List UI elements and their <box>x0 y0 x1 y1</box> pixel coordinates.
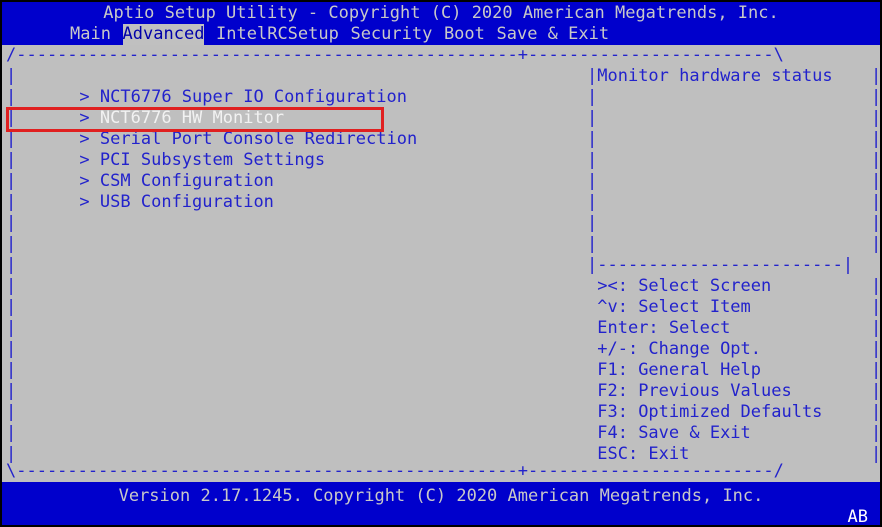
help-key-select-screen: ><: Select Screen <box>587 276 771 297</box>
menu-tab-bar: Main Advanced IntelRCSetup Security Boot… <box>70 24 609 45</box>
right-edge-vbar: | <box>871 276 882 296</box>
right-edge-vbar: | <box>871 171 882 191</box>
right-edge-vbar: | <box>871 423 882 443</box>
right-edge-vbar: | <box>871 297 882 317</box>
left-pane-vbar: | <box>6 213 17 233</box>
help-key-change-opt: +/-: Change Opt. <box>587 339 761 360</box>
right-edge-vbar: | <box>871 108 882 128</box>
help-key-f3-optimized-defaults: F3: Optimized Defaults <box>587 402 822 423</box>
help-key-f2-previous-values: F2: Previous Values <box>587 381 792 402</box>
tab-gap <box>485 24 497 45</box>
build-tag: AB <box>847 507 868 527</box>
tab-gap <box>204 24 216 45</box>
help-description-row: Monitor hardware status <box>587 66 833 87</box>
help-pane-vbar: | <box>587 234 598 254</box>
menu-item-nct6776-super-io[interactable]: > NCT6776 Super IO Configuration <box>18 66 407 107</box>
help-key-label: ><: Select Screen <box>597 276 772 296</box>
help-description-text: Monitor hardware status <box>597 66 833 86</box>
menu-item-nct6776-hw-monitor[interactable]: > NCT6776 HW Monitor <box>18 87 284 128</box>
help-key-label: F1: General Help <box>597 360 762 380</box>
right-edge-vbar: | <box>871 318 882 338</box>
tab-gap <box>339 24 351 45</box>
chevron-right-icon: > <box>79 192 90 212</box>
tab-intelrcsetup[interactable]: IntelRCSetup <box>216 24 339 45</box>
menu-item-pci-subsystem-settings[interactable]: > PCI Subsystem Settings <box>18 129 325 170</box>
left-pane-vbar: | <box>6 150 17 170</box>
help-pane-vbar: | <box>587 87 598 107</box>
help-key-enter-select: Enter: Select <box>587 318 730 339</box>
version-text: Version 2.17.1245. Copyright (C) 2020 Am… <box>118 486 764 506</box>
border-top: /---------------------------------------… <box>6 45 784 65</box>
left-pane-vbar: | <box>6 402 17 422</box>
page-title: Aptio Setup Utility - Copyright (C) 2020… <box>103 3 779 23</box>
help-key-label: +/-: Change Opt. <box>597 339 762 359</box>
left-pane-vbar: | <box>6 108 17 128</box>
right-edge-vbar: | <box>871 402 882 422</box>
left-pane-vbar: | <box>6 171 17 191</box>
menu-item-label: USB Configuration <box>99 192 274 212</box>
tab-boot[interactable]: Boot <box>444 24 485 45</box>
right-edge-vbar: | <box>871 129 882 149</box>
left-pane-vbar: | <box>6 276 17 296</box>
content-area: /---------------------------------------… <box>2 45 880 482</box>
help-pane-vbar: | <box>587 213 598 233</box>
help-pane-vbar: | <box>587 129 598 149</box>
left-pane-vbar: | <box>6 360 17 380</box>
help-key-label: F4: Save & Exit <box>597 423 751 443</box>
help-pane-vbar: | <box>587 192 598 212</box>
bios-setup-screen: Aptio Setup Utility - Copyright (C) 2020… <box>0 0 882 527</box>
right-edge-vbar: | <box>871 444 882 464</box>
right-edge-vbar: | <box>871 381 882 401</box>
help-key-label: ^v: Select Item <box>597 297 751 317</box>
left-pane-vbar: | <box>6 318 17 338</box>
right-edge-vbar: | <box>871 213 882 233</box>
left-pane-vbar: | <box>6 66 17 86</box>
right-edge-vbar: | <box>871 66 882 86</box>
help-pane-vbar: | <box>587 108 598 128</box>
left-pane-vbar: | <box>6 192 17 212</box>
tab-gap <box>432 24 444 45</box>
help-key-label: F3: Optimized Defaults <box>597 402 823 422</box>
menu-item-csm-configuration[interactable]: > CSM Configuration <box>18 150 274 191</box>
left-pane-vbar: | <box>6 87 17 107</box>
help-key-label: F2: Previous Values <box>597 381 792 401</box>
left-pane-vbar: | <box>6 129 17 149</box>
left-pane-vbar: | <box>6 339 17 359</box>
right-edge-vbar: | <box>871 360 882 380</box>
help-key-f4-save-exit: F4: Save & Exit <box>587 423 751 444</box>
left-pane-vbar: | <box>6 297 17 317</box>
menu-item-usb-configuration[interactable]: > USB Configuration <box>18 171 274 212</box>
header-banner: Aptio Setup Utility - Copyright (C) 2020… <box>2 2 880 45</box>
right-edge-vbar: | <box>871 87 882 107</box>
right-edge-vbar: | <box>871 150 882 170</box>
tab-save-and-exit[interactable]: Save & Exit <box>496 24 609 45</box>
right-edge-vbar: | <box>871 192 882 212</box>
left-pane-vbar: | <box>6 381 17 401</box>
right-edge-vbar: | <box>871 339 882 359</box>
tab-gap <box>111 24 123 45</box>
left-pane-vbar: | <box>6 234 17 254</box>
help-key-f1-general-help: F1: General Help <box>587 360 761 381</box>
help-separator: |------------------------| <box>587 255 854 275</box>
help-key-label: Enter: Select <box>597 318 731 338</box>
menu-item-serial-port-console-redirection[interactable]: > Serial Port Console Redirection <box>18 108 417 149</box>
border-bottom: \---------------------------------------… <box>6 461 784 481</box>
footer-banner: Version 2.17.1245. Copyright (C) 2020 Am… <box>2 482 880 525</box>
tab-main[interactable]: Main <box>70 24 111 45</box>
left-pane-vbar: | <box>6 255 17 275</box>
right-edge-vbar: | <box>871 234 882 254</box>
help-pane-vbar: | <box>587 150 598 170</box>
help-key-select-item: ^v: Select Item <box>587 297 751 318</box>
tab-security[interactable]: Security <box>350 24 432 45</box>
left-pane-vbar: | <box>6 423 17 443</box>
help-pane-vbar: | <box>587 171 598 191</box>
tab-advanced[interactable]: Advanced <box>122 24 205 45</box>
